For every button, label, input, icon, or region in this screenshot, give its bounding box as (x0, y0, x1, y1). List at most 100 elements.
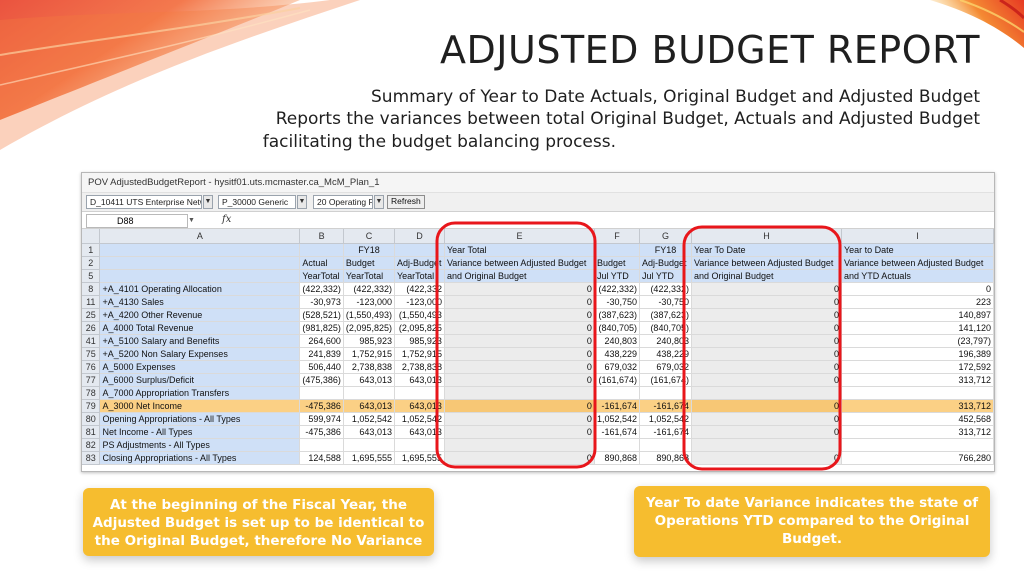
data-cell[interactable]: (1,550,493) (343, 308, 395, 322)
data-cell[interactable]: 240,803 (639, 334, 692, 348)
data-cell[interactable] (841, 438, 994, 452)
data-cell[interactable] (639, 386, 692, 400)
data-cell[interactable]: 0 (691, 321, 842, 335)
data-cell[interactable]: 985,923 (343, 334, 395, 348)
column-header[interactable]: C (343, 229, 395, 244)
row-label[interactable]: Net Income - All Types (99, 425, 301, 439)
data-cell[interactable]: 0 (444, 321, 595, 335)
data-cell[interactable] (691, 438, 842, 452)
header-cell[interactable]: YearTotal (299, 269, 344, 283)
data-cell[interactable]: (387,623) (594, 308, 640, 322)
data-cell[interactable]: 0 (444, 412, 595, 426)
data-cell[interactable]: (387,623) (639, 308, 692, 322)
data-cell[interactable]: 890,868 (639, 451, 692, 465)
data-cell[interactable]: 0 (444, 425, 595, 439)
pov-program-dropdown[interactable]: P_30000 Generic (218, 195, 296, 209)
data-cell[interactable] (639, 438, 692, 452)
row-number[interactable]: 25 (82, 308, 101, 322)
data-cell[interactable]: 985,923 (394, 334, 445, 348)
data-cell[interactable]: -161,674 (594, 399, 640, 413)
data-cell[interactable]: (475,386) (299, 373, 344, 387)
data-cell[interactable]: 1,695,555 (343, 451, 395, 465)
data-cell[interactable] (343, 438, 395, 452)
row-label[interactable]: PS Adjustments - All Types (99, 438, 301, 452)
refresh-button[interactable]: Refresh (387, 195, 425, 209)
header-cell[interactable]: Year Total (444, 243, 595, 257)
chevron-down-icon[interactable]: ▼ (188, 217, 195, 224)
header-cell[interactable]: and Original Budget (444, 269, 595, 283)
data-cell[interactable]: (422,332 (394, 282, 445, 296)
data-cell[interactable]: -30,750 (594, 295, 640, 309)
header-cell[interactable]: Variance between Adjusted Budget (444, 256, 595, 270)
data-cell[interactable]: 313,712 (841, 425, 994, 439)
data-cell[interactable] (444, 438, 595, 452)
data-cell[interactable]: 1,752,915 (394, 347, 445, 361)
header-cell[interactable]: Jul YTD (639, 269, 692, 283)
row-label[interactable]: +A_4130 Sales (99, 295, 301, 309)
data-cell[interactable] (841, 386, 994, 400)
data-cell[interactable]: 141,120 (841, 321, 994, 335)
data-cell[interactable] (299, 438, 344, 452)
header-cell[interactable]: Adj-Budget (639, 256, 692, 270)
data-cell[interactable]: (422,332) (299, 282, 344, 296)
data-cell[interactable]: 0 (691, 373, 842, 387)
row-number[interactable]: 2 (82, 256, 101, 270)
data-cell[interactable] (691, 386, 842, 400)
header-cell[interactable] (99, 269, 301, 283)
data-cell[interactable]: 223 (841, 295, 994, 309)
select-all-corner[interactable] (82, 229, 101, 244)
data-cell[interactable]: 172,592 (841, 360, 994, 374)
data-cell[interactable]: 0 (841, 282, 994, 296)
data-cell[interactable]: 0 (691, 347, 842, 361)
data-cell[interactable]: 0 (691, 334, 842, 348)
data-cell[interactable]: -161,674 (639, 399, 692, 413)
data-cell[interactable]: 890,868 (594, 451, 640, 465)
column-header[interactable]: G (639, 229, 692, 244)
data-cell[interactable]: 438,229 (639, 347, 692, 361)
data-cell[interactable]: 643,013 (343, 425, 395, 439)
data-cell[interactable] (394, 386, 445, 400)
data-cell[interactable]: 1,052,542 (639, 412, 692, 426)
pov-entity-dropdown[interactable]: D_10411 UTS Enterprise Network (86, 195, 202, 209)
data-cell[interactable]: 506,440 (299, 360, 344, 374)
header-cell[interactable]: YearTotal (394, 269, 445, 283)
data-cell[interactable]: 0 (444, 282, 595, 296)
data-cell[interactable]: 2,738,838 (343, 360, 395, 374)
header-cell[interactable]: and YTD Actuals (841, 269, 994, 283)
data-cell[interactable]: (2,095,825 (394, 321, 445, 335)
header-cell[interactable]: and Original Budget (691, 269, 842, 283)
data-cell[interactable]: (422,332) (594, 282, 640, 296)
data-cell[interactable]: -123,000 (343, 295, 395, 309)
header-cell[interactable]: Variance between Adjusted Budget (841, 256, 994, 270)
data-cell[interactable]: (422,332) (639, 282, 692, 296)
row-number[interactable]: 41 (82, 334, 101, 348)
data-cell[interactable]: -123,000 (394, 295, 445, 309)
row-number[interactable]: 81 (82, 425, 101, 439)
column-header[interactable]: D (394, 229, 445, 244)
data-cell[interactable]: -475,386 (299, 399, 344, 413)
data-cell[interactable]: 0 (691, 451, 842, 465)
data-cell[interactable]: 0 (444, 295, 595, 309)
data-cell[interactable]: 2,738,838 (394, 360, 445, 374)
data-cell[interactable]: 452,568 (841, 412, 994, 426)
data-cell[interactable]: 124,588 (299, 451, 344, 465)
data-cell[interactable] (299, 386, 344, 400)
data-cell[interactable]: -30,973 (299, 295, 344, 309)
row-label[interactable]: +A_5200 Non Salary Expenses (99, 347, 301, 361)
header-cell[interactable]: Year to Date (841, 243, 994, 257)
data-cell[interactable]: (161,674) (639, 373, 692, 387)
data-cell[interactable]: 196,389 (841, 347, 994, 361)
row-number[interactable]: 83 (82, 451, 101, 465)
data-cell[interactable]: (981,825) (299, 321, 344, 335)
column-header[interactable]: B (299, 229, 344, 244)
data-cell[interactable] (594, 438, 640, 452)
data-cell[interactable]: 0 (691, 282, 842, 296)
data-cell[interactable]: (1,550,493 (394, 308, 445, 322)
header-cell[interactable]: Year To Date (691, 243, 842, 257)
row-label[interactable]: +A_4101 Operating Allocation (99, 282, 301, 296)
chevron-down-icon[interactable]: ▼ (297, 195, 307, 209)
header-cell[interactable]: Variance between Adjusted Budget (691, 256, 842, 270)
header-cell[interactable]: Actual (299, 256, 344, 270)
row-label[interactable]: +A_5100 Salary and Benefits (99, 334, 301, 348)
data-cell[interactable]: -161,674 (594, 425, 640, 439)
